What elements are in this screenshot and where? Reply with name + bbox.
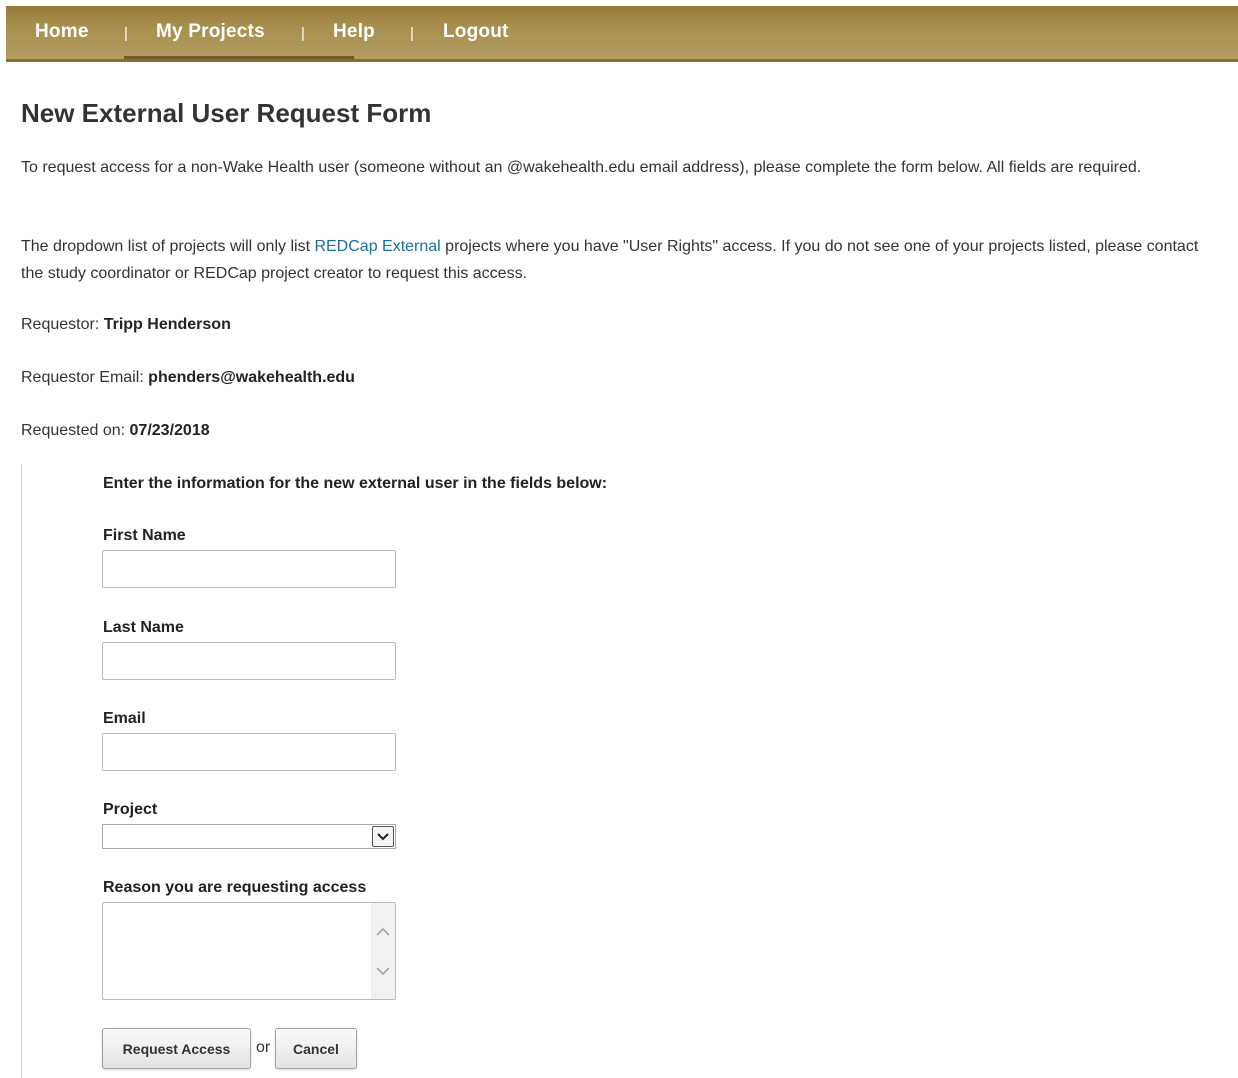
page: Home | My Projects | Help | Logout New E…	[0, 0, 1238, 1078]
last-name-label: Last Name	[103, 619, 184, 636]
nav-my-projects-link[interactable]: My Projects	[156, 21, 265, 43]
or-text: or	[256, 1039, 271, 1056]
request-access-button[interactable]: Request Access	[102, 1028, 251, 1069]
reason-scrollbar[interactable]	[371, 903, 395, 999]
nav-separator: |	[301, 25, 305, 42]
requested-on-label: Requested on:	[21, 422, 130, 439]
requestor-name: Tripp Henderson	[103, 316, 231, 333]
requestor-name-row: Requestor: Tripp Henderson	[21, 316, 231, 334]
first-name-label: First Name	[103, 527, 186, 544]
last-name-input[interactable]	[102, 642, 396, 680]
nav-active-indicator	[124, 56, 354, 59]
dropdown-note-before: The dropdown list of projects will only …	[21, 238, 315, 255]
form-heading: Enter the information for the new extern…	[103, 475, 608, 492]
cancel-button[interactable]: Cancel	[275, 1028, 357, 1069]
requestor-name-label: Requestor:	[21, 316, 104, 333]
nav-home-link[interactable]: Home	[35, 21, 89, 43]
nav-logout-link[interactable]: Logout	[443, 21, 509, 43]
scroll-down-arrow-icon[interactable]	[371, 959, 395, 983]
email-label: Email	[103, 710, 146, 727]
intro-text: To request access for a non-Wake Health …	[21, 159, 1142, 176]
page-title: New External User Request Form	[21, 98, 432, 128]
top-nav-bar: Home | My Projects | Help | Logout	[6, 6, 1238, 62]
requestor-email-label: Requestor Email:	[21, 369, 149, 386]
requested-on-row: Requested on: 07/23/2018	[21, 422, 210, 440]
requestor-email-row: Requestor Email: phenders@wakehealth.edu	[21, 369, 355, 387]
requested-on-date: 07/23/2018	[129, 422, 210, 439]
project-select[interactable]	[102, 824, 396, 849]
requestor-email: phenders@wakehealth.edu	[148, 369, 355, 386]
reason-label: Reason you are requesting access	[103, 879, 367, 896]
scroll-up-arrow-icon[interactable]	[371, 919, 395, 943]
chevron-down-icon[interactable]	[372, 826, 394, 847]
first-name-input[interactable]	[102, 550, 396, 588]
nav-help-link[interactable]: Help	[333, 21, 375, 43]
redcap-external-link[interactable]: REDCap External	[314, 238, 440, 255]
form-left-border	[21, 464, 22, 1078]
email-input[interactable]	[102, 733, 396, 771]
nav-separator: |	[410, 25, 414, 42]
dropdown-note: The dropdown list of projects will only …	[21, 233, 1201, 287]
project-label: Project	[103, 801, 158, 818]
reason-textarea[interactable]	[102, 902, 396, 1000]
nav-separator: |	[124, 25, 128, 42]
